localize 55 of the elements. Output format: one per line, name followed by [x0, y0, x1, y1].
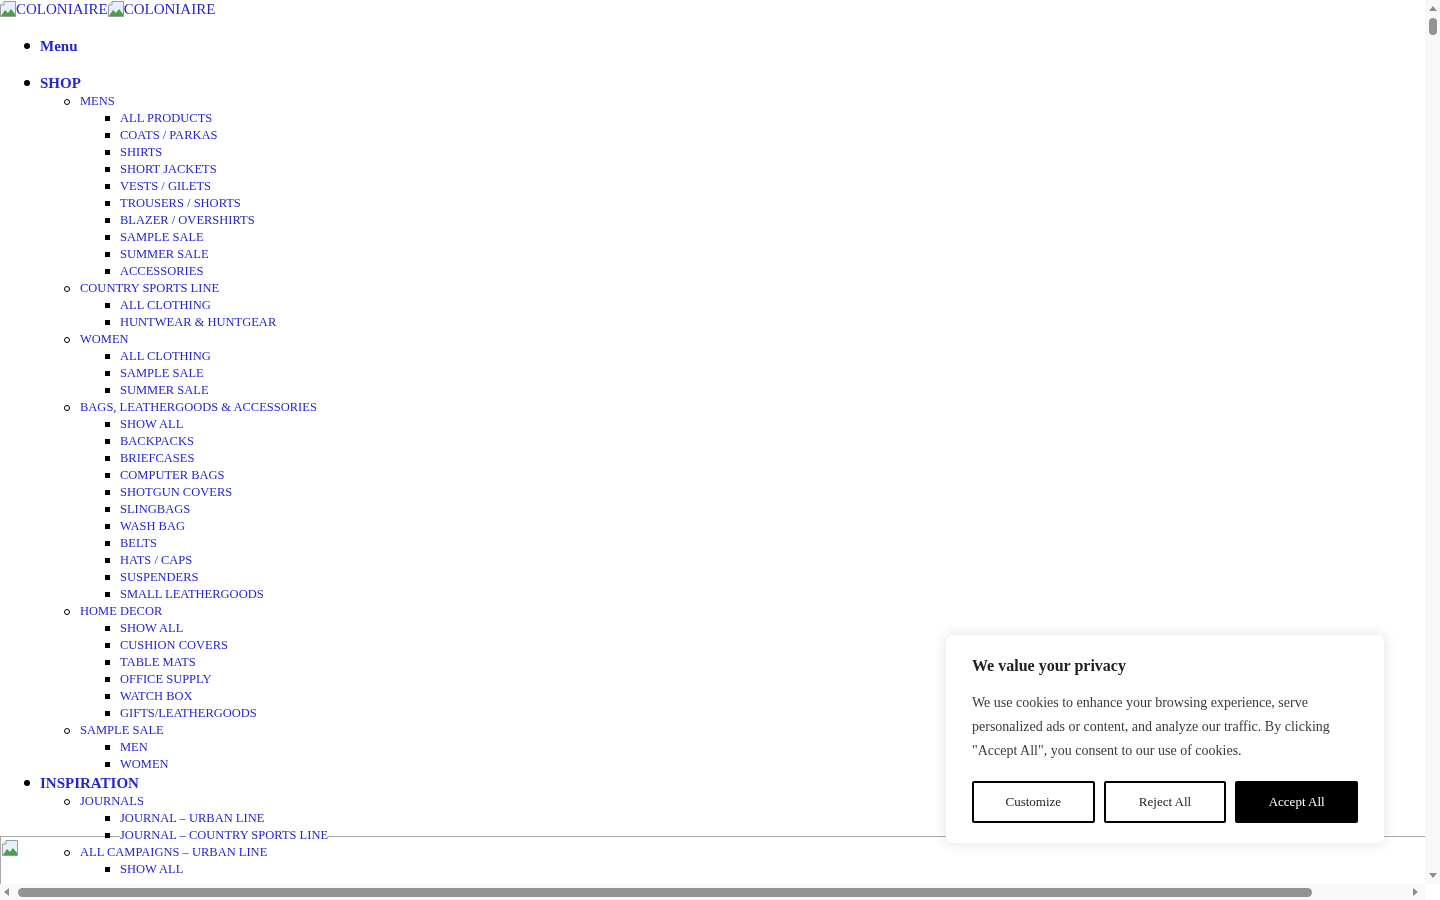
square-bullet-icon [105, 218, 110, 223]
banner-button[interactable]: Reject All [1103, 781, 1227, 823]
vertical-scrollbar[interactable] [1425, 0, 1440, 884]
logo-alt-text: COLONIAIRE [16, 0, 108, 18]
square-bullet-icon [105, 507, 110, 512]
square-bullet-icon [105, 660, 110, 665]
square-bullet-icon [105, 490, 110, 495]
square-bullet-icon [105, 371, 110, 376]
banner-button[interactable]: Accept All [1235, 781, 1358, 823]
bullet-icon [24, 780, 30, 786]
horizontal-scrollbar[interactable] [0, 884, 1425, 900]
square-bullet-icon [105, 252, 110, 257]
square-bullet-icon [105, 456, 110, 461]
square-bullet-icon [105, 184, 110, 189]
square-bullet-icon [105, 235, 110, 240]
square-bullet-icon [105, 694, 110, 699]
square-bullet-icon [105, 626, 110, 631]
square-bullet-icon [105, 711, 110, 716]
square-bullet-icon [105, 592, 110, 597]
square-bullet-icon [105, 116, 110, 121]
banner-title: We value your privacy [972, 656, 1127, 677]
up-arrow-icon[interactable] [1428, 6, 1437, 11]
square-bullet-icon [105, 833, 110, 838]
square-bullet-icon [105, 677, 110, 682]
square-bullet-icon [105, 816, 110, 821]
square-bullet-icon [105, 303, 110, 308]
square-bullet-icon [105, 473, 110, 478]
square-bullet-icon [105, 388, 110, 393]
square-bullet-icon [105, 167, 110, 172]
square-bullet-icon [105, 558, 110, 563]
square-bullet-icon [105, 541, 110, 546]
banner-button[interactable]: Customize [972, 781, 1095, 823]
square-bullet-icon [105, 762, 110, 767]
down-arrow-icon[interactable] [1428, 873, 1437, 878]
square-bullet-icon [105, 133, 110, 138]
left-arrow-icon[interactable] [4, 888, 9, 896]
square-bullet-icon [105, 867, 110, 872]
square-bullet-icon [105, 201, 110, 206]
banner-text: We use cookies to enhance your browsing experience, serve personalized ads or content, and analyze our traffic. By clicking "Accept All", you consent to our use of cookies. [972, 694, 1331, 760]
scrollbar-thumb[interactable] [1428, 18, 1437, 35]
square-bullet-icon [105, 524, 110, 529]
square-bullet-icon [105, 745, 110, 750]
square-bullet-icon [105, 354, 110, 359]
square-bullet-icon [105, 575, 110, 580]
scrollbar-thumb[interactable] [18, 887, 1312, 897]
square-bullet-icon [105, 320, 110, 325]
right-arrow-icon[interactable] [1413, 888, 1418, 896]
square-bullet-icon [105, 150, 110, 155]
square-bullet-icon [105, 439, 110, 444]
square-bullet-icon [105, 269, 110, 274]
logo-alt-text: COLONIAIRE [123, 0, 216, 18]
square-bullet-icon [105, 422, 110, 427]
bullet-icon [24, 80, 30, 86]
square-bullet-icon [105, 643, 110, 648]
bullet-icon [24, 43, 30, 49]
